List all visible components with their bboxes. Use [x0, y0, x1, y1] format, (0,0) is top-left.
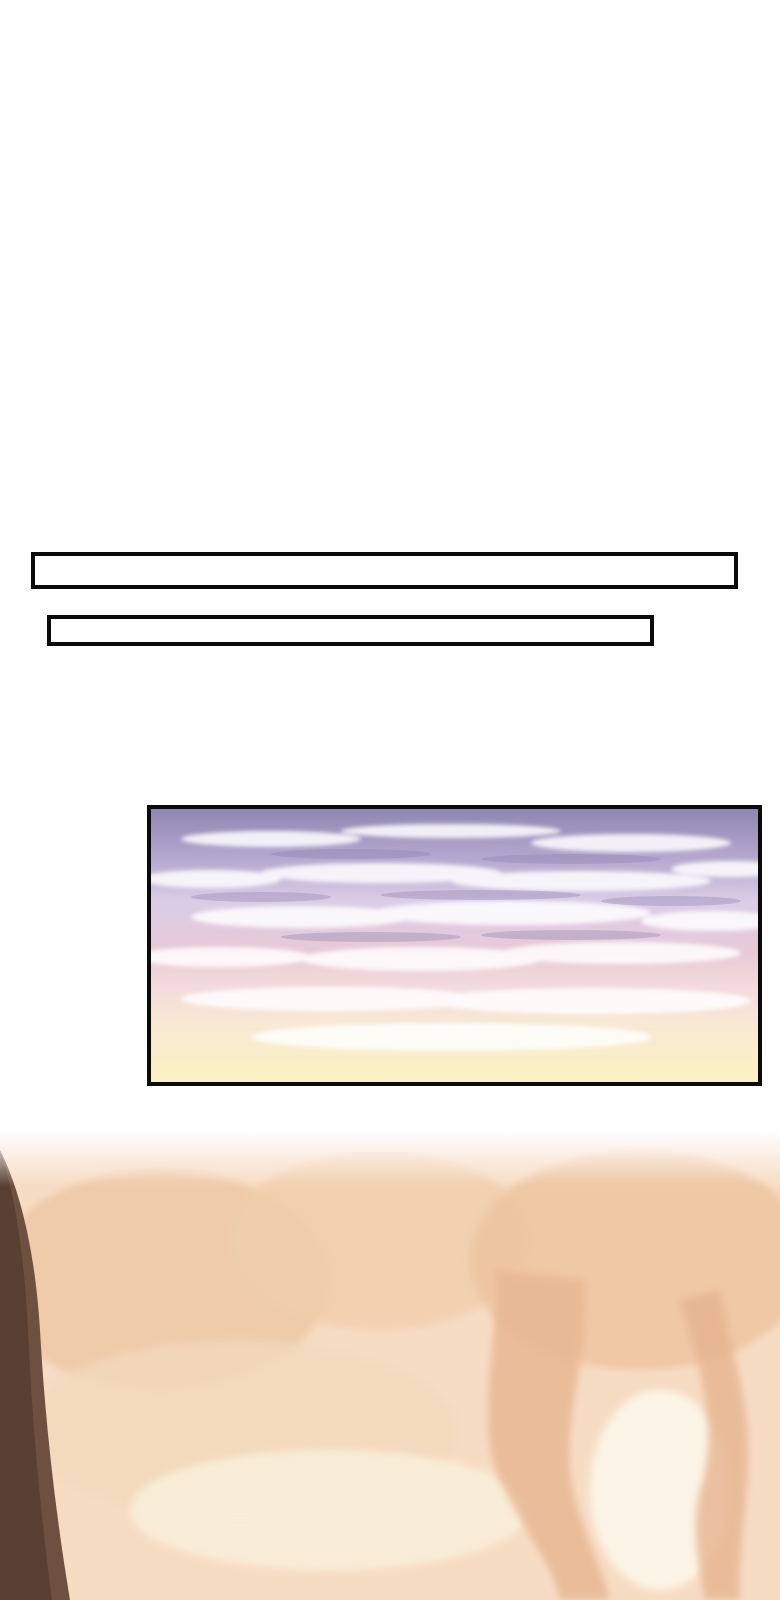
- misty-forest-icon: [0, 1130, 780, 1600]
- caption-box-1: [31, 552, 738, 589]
- sunset-sky-panel: [147, 805, 762, 1086]
- sunset-sky-clouds-icon: [151, 824, 758, 1051]
- forest-background: [0, 1130, 780, 1600]
- caption-box-2: [47, 615, 654, 646]
